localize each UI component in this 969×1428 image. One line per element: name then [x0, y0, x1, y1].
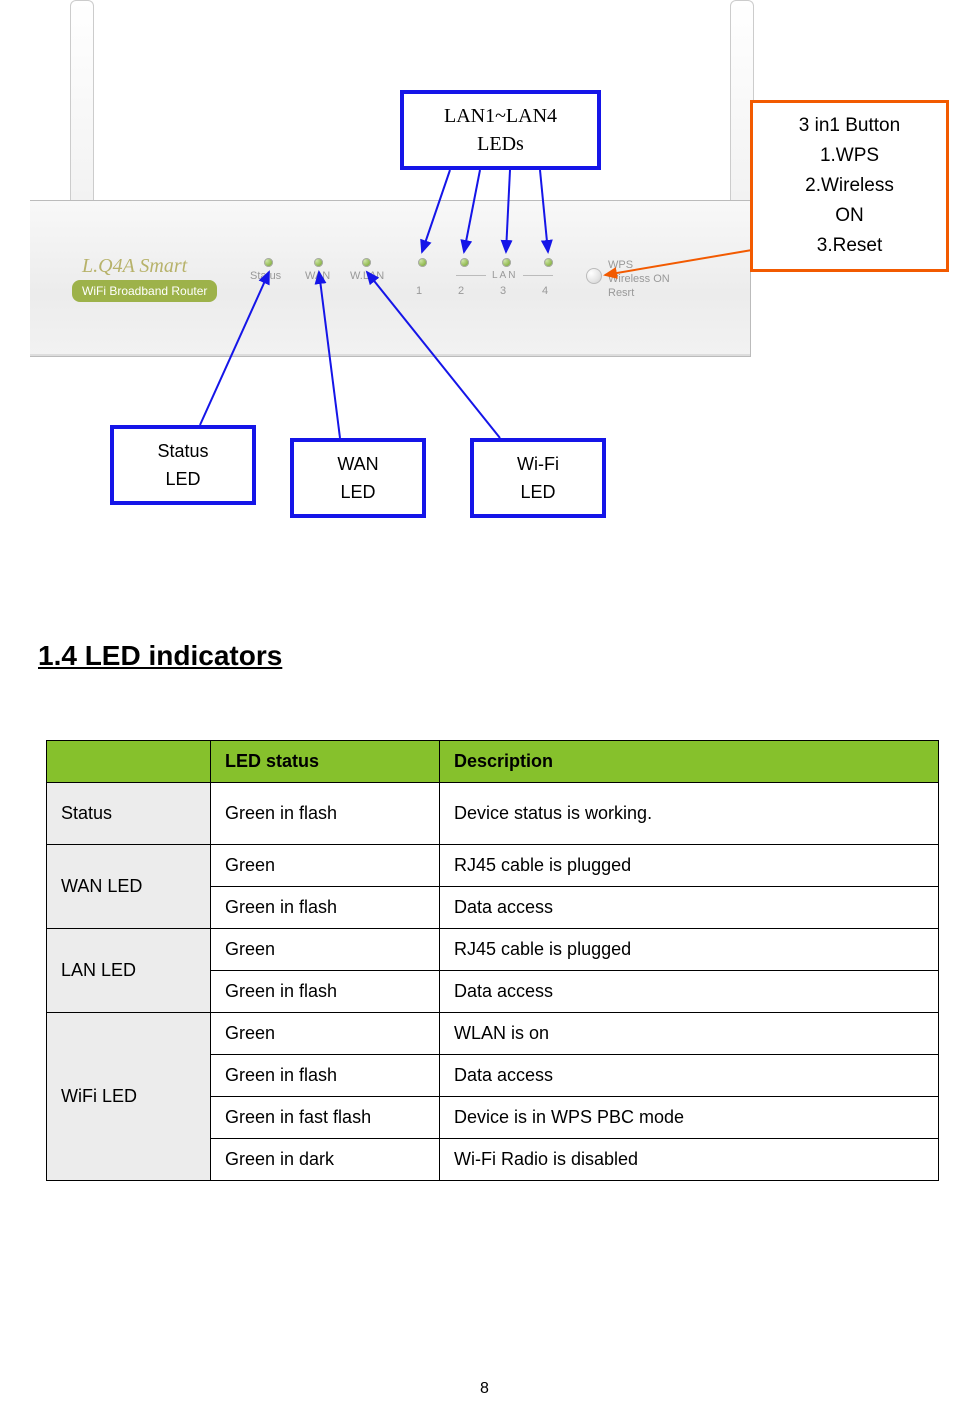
callout-status-led: Status LED: [110, 425, 256, 505]
lan2-led-dot: [460, 258, 469, 267]
cell-status: Green: [211, 929, 440, 971]
table-header-row: LED status Description: [47, 741, 939, 783]
lan3-led-dot: [502, 258, 511, 267]
antenna-left: [70, 0, 94, 201]
cell-status: Green in flash: [211, 1055, 440, 1097]
cell-desc: RJ45 cable is plugged: [440, 845, 939, 887]
cell-status: Green in flash: [211, 971, 440, 1013]
cell-desc: Data access: [440, 1055, 939, 1097]
label-wps: WPS Wireless ON Resrt: [608, 258, 670, 300]
page-number: 8: [0, 1380, 969, 1398]
label-lan2: 2: [458, 285, 464, 297]
callout-3in1-l5: 3.Reset: [767, 231, 932, 261]
cell-desc: Device status is working.: [440, 783, 939, 845]
callout-wifi-l1: Wi-Fi: [488, 450, 588, 478]
wan-led-dot: [314, 258, 323, 267]
label-lan: LAN: [450, 270, 559, 281]
th-blank: [47, 741, 211, 783]
lan1-led-dot: [418, 258, 427, 267]
section-title: 1.4 LED indicators: [38, 640, 282, 672]
router-badge-text: WiFi Broadband Router: [72, 280, 217, 302]
table-row: WAN LED Green RJ45 cable is plugged: [47, 845, 939, 887]
router-brand-text: L.Q4A Smart: [82, 255, 187, 278]
cell-status: Green in flash: [211, 887, 440, 929]
callout-lan-l2: LEDs: [418, 130, 583, 158]
router-diagram: L.Q4A Smart WiFi Broadband Router Status…: [30, 0, 950, 520]
label-lan3: 3: [500, 285, 506, 297]
callout-wifi-led: Wi-Fi LED: [470, 438, 606, 518]
th-led-status: LED status: [211, 741, 440, 783]
table-row: Status Green in flash Device status is w…: [47, 783, 939, 845]
callout-lan-leds: LAN1~LAN4 LEDs: [400, 90, 601, 170]
cell-desc: Wi-Fi Radio is disabled: [440, 1139, 939, 1181]
wlan-led-dot: [362, 258, 371, 267]
callout-wan-l2: LED: [308, 478, 408, 506]
callout-wan-l1: WAN: [308, 450, 408, 478]
label-status: Status: [250, 270, 281, 282]
callout-wan-led: WAN LED: [290, 438, 426, 518]
callout-wifi-l2: LED: [488, 478, 588, 506]
cell-desc: Device is in WPS PBC mode: [440, 1097, 939, 1139]
label-lan4: 4: [542, 285, 548, 297]
cell-name: WiFi LED: [47, 1013, 211, 1181]
lan4-led-dot: [544, 258, 553, 267]
cell-status: Green: [211, 1013, 440, 1055]
page-container: L.Q4A Smart WiFi Broadband Router Status…: [0, 0, 969, 1428]
table-row: WiFi LED Green WLAN is on: [47, 1013, 939, 1055]
table-row: LAN LED Green RJ45 cable is plugged: [47, 929, 939, 971]
cell-status: Green in dark: [211, 1139, 440, 1181]
led-indicators-table: LED status Description Status Green in f…: [46, 740, 939, 1181]
cell-desc: Data access: [440, 971, 939, 1013]
callout-3in1-l2: 1.WPS: [767, 141, 932, 171]
cell-desc: RJ45 cable is plugged: [440, 929, 939, 971]
cell-name: LAN LED: [47, 929, 211, 1013]
cell-status: Green: [211, 845, 440, 887]
th-description: Description: [440, 741, 939, 783]
wps-button-icon: [586, 268, 602, 284]
label-lan1: 1: [416, 285, 422, 297]
callout-status-l2: LED: [128, 465, 238, 493]
callout-3in1-l4: ON: [767, 201, 932, 231]
callout-3in1-l1: 3 in1 Button: [767, 111, 932, 141]
cell-status: Green in flash: [211, 783, 440, 845]
callout-3in1: 3 in1 Button 1.WPS 2.Wireless ON 3.Reset: [750, 100, 949, 272]
callout-status-l1: Status: [128, 437, 238, 465]
cell-name: WAN LED: [47, 845, 211, 929]
callout-3in1-l3: 2.Wireless: [767, 171, 932, 201]
cell-name: Status: [47, 783, 211, 845]
callout-lan-l1: LAN1~LAN4: [418, 102, 583, 130]
cell-desc: WLAN is on: [440, 1013, 939, 1055]
label-wlan: W.LAN: [350, 270, 384, 282]
cell-desc: Data access: [440, 887, 939, 929]
label-wan: WAN: [305, 270, 330, 282]
cell-status: Green in fast flash: [211, 1097, 440, 1139]
status-led-dot: [264, 258, 273, 267]
